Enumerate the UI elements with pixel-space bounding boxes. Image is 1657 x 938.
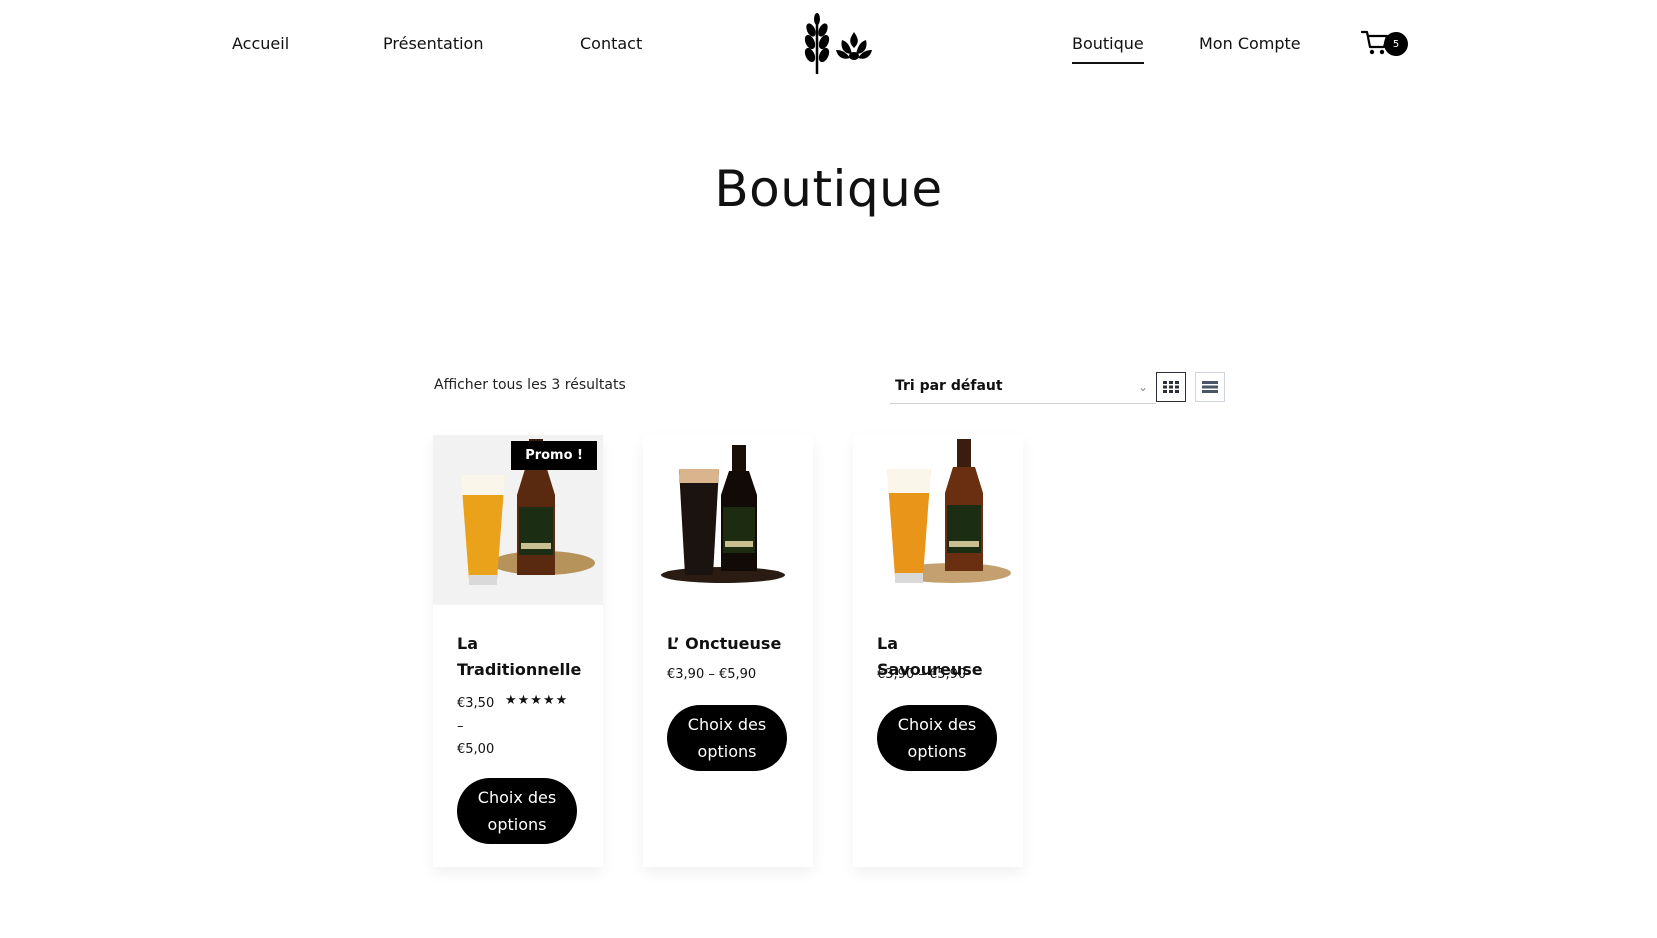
result-count: Afficher tous les 3 résultats bbox=[434, 377, 626, 393]
nav-presentation[interactable]: Présentation bbox=[383, 34, 483, 53]
product-price: €3,90 – €5,90 bbox=[877, 667, 967, 682]
site-header: Accueil Présentation Contact Boutique Mo… bbox=[0, 0, 1657, 90]
nav-shop[interactable]: Boutique bbox=[1072, 34, 1144, 64]
cart-button[interactable]: 5 bbox=[1360, 28, 1412, 60]
product-name[interactable]: La Traditionnelle bbox=[457, 631, 587, 683]
product-image[interactable] bbox=[643, 435, 813, 605]
list-view-button[interactable] bbox=[1195, 372, 1225, 402]
sort-select[interactable]: Tri par défaut ⌄ bbox=[890, 374, 1156, 404]
promo-badge: Promo ! bbox=[511, 441, 597, 470]
product-price-separator: – bbox=[457, 719, 464, 734]
nav-contact[interactable]: Contact bbox=[580, 34, 642, 53]
list-view-icon bbox=[1202, 381, 1218, 393]
sort-select-value: Tri par défaut bbox=[895, 378, 1003, 394]
grid-view-icon bbox=[1163, 381, 1179, 393]
wheat-hop-logo-icon[interactable] bbox=[800, 10, 878, 76]
product-name[interactable]: L’ Onctueuse bbox=[667, 631, 797, 657]
product-price-low: €3,50 bbox=[457, 696, 495, 711]
product-image[interactable]: Promo ! bbox=[433, 435, 603, 605]
product-image[interactable] bbox=[853, 435, 1023, 605]
rating-stars: ★★★★★ bbox=[505, 693, 569, 708]
product-price: €3,90 – €5,90 bbox=[667, 667, 757, 682]
nav-account[interactable]: Mon Compte bbox=[1199, 34, 1301, 53]
choose-options-button[interactable]: Choix des options bbox=[667, 705, 787, 771]
product-card[interactable]: Promo ! La Traditionnelle €3,50 ★★★★★ – … bbox=[433, 435, 603, 867]
grid-view-button[interactable] bbox=[1156, 372, 1186, 402]
page-title: Boutique bbox=[714, 160, 943, 218]
nav-home[interactable]: Accueil bbox=[232, 34, 289, 53]
choose-options-button[interactable]: Choix des options bbox=[457, 778, 577, 844]
chevron-down-icon: ⌄ bbox=[1137, 380, 1148, 394]
product-card[interactable]: L’ Onctueuse €3,90 – €5,90 Choix des opt… bbox=[643, 435, 813, 867]
choose-options-button[interactable]: Choix des options bbox=[877, 705, 997, 771]
cart-count-badge: 5 bbox=[1384, 32, 1408, 56]
product-card[interactable]: La Savoureuse €3,90 – €5,90 Choix des op… bbox=[853, 435, 1023, 867]
product-price-high: €5,00 bbox=[457, 742, 495, 757]
